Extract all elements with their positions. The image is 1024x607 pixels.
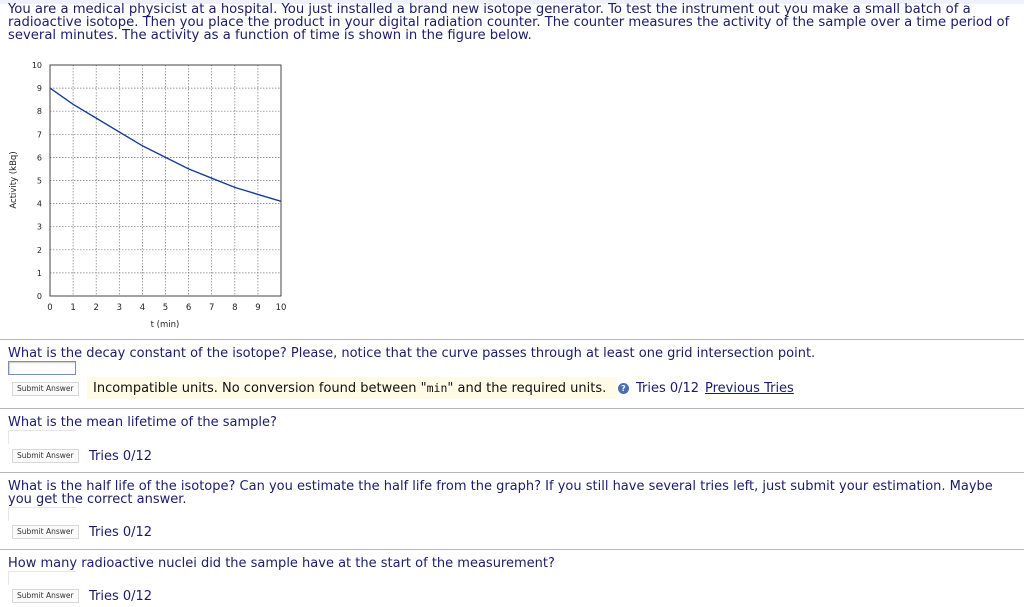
divider-2 xyxy=(0,408,1024,409)
tries-counter-4: Tries 0/12 xyxy=(89,589,153,604)
x-tick-labels: 0 1 2 3 4 5 6 7 8 9 10 xyxy=(47,303,286,313)
y-tick-label: 8 xyxy=(37,107,42,116)
x-tick-label: 0 xyxy=(47,303,52,313)
y-tick-label: 4 xyxy=(37,200,42,209)
x-tick-label: 7 xyxy=(209,303,214,313)
y-tick-label: 5 xyxy=(37,177,42,186)
question-half-life: What is the half life of the isotope? Ca… xyxy=(8,479,993,507)
grid-lines xyxy=(50,65,281,296)
mean-lifetime-input[interactable] xyxy=(8,430,76,444)
divider-1 xyxy=(0,339,1024,340)
tries-counter-3: Tries 0/12 xyxy=(89,525,153,540)
x-tick-label: 6 xyxy=(186,303,191,313)
feedback-unit: min xyxy=(426,381,448,395)
divider-4 xyxy=(0,549,1024,550)
tries-counter-2: Tries 0/12 xyxy=(89,449,153,464)
x-tick-label: 8 xyxy=(232,303,237,313)
y-tick-label: 10 xyxy=(32,61,42,70)
y-tick-label: 7 xyxy=(37,130,42,139)
x-axis-label: t (min) xyxy=(151,320,180,330)
help-icon[interactable]: ? xyxy=(618,383,629,394)
tries-counter-1: Tries 0/12 xyxy=(636,381,700,396)
half-life-input[interactable] xyxy=(8,507,76,521)
x-tick-label: 5 xyxy=(163,303,168,313)
question-initial-nuclei: How many radioactive nuclei did the samp… xyxy=(8,556,555,571)
x-tick-label: 1 xyxy=(70,303,75,313)
y-tick-label: 6 xyxy=(37,153,42,162)
submit-answer-button-4[interactable]: Submit Answer xyxy=(12,589,79,603)
x-tick-label: 4 xyxy=(140,303,145,313)
activity-chart: 0 1 2 3 4 5 6 7 8 9 10 0 1 2 3 4 5 6 7 8 9 10 t (min) Activi… xyxy=(9,61,286,330)
feedback-message: Incompatible units. No conversion found … xyxy=(93,381,607,396)
x-tick-label: 2 xyxy=(93,303,98,313)
y-axis-label: Activity (kBq) xyxy=(9,151,19,208)
previous-tries-link[interactable]: Previous Tries xyxy=(705,381,794,396)
question-decay-constant: What is the decay constant of the isotop… xyxy=(8,346,816,361)
decay-constant-input[interactable] xyxy=(8,361,76,375)
y-tick-label: 3 xyxy=(37,223,42,232)
intro-text: You are a medical physicist at a hospita… xyxy=(8,2,1010,43)
y-tick-labels: 0 1 2 3 4 5 6 7 8 9 10 xyxy=(32,61,42,301)
x-tick-label: 3 xyxy=(117,303,122,313)
y-tick-label: 9 xyxy=(37,84,42,93)
x-tick-label: 10 xyxy=(276,303,287,313)
divider-3 xyxy=(0,472,1024,473)
y-tick-label: 1 xyxy=(37,269,42,278)
submit-answer-button-1[interactable]: Submit Answer xyxy=(12,382,79,396)
y-tick-label: 0 xyxy=(37,292,42,301)
question-mean-lifetime: What is the mean lifetime of the sample? xyxy=(8,415,277,430)
y-tick-label: 2 xyxy=(37,246,42,255)
submit-answer-button-2[interactable]: Submit Answer xyxy=(12,449,79,463)
x-tick-label: 9 xyxy=(255,303,260,313)
submit-answer-button-3[interactable]: Submit Answer xyxy=(12,525,79,539)
initial-nuclei-input[interactable] xyxy=(8,571,76,585)
